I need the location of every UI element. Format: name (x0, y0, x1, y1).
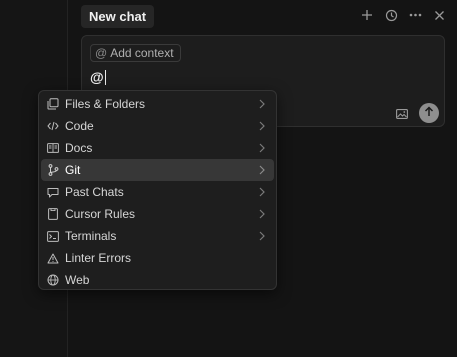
more-icon[interactable] (407, 7, 423, 23)
tab-new-chat[interactable]: New chat (81, 5, 155, 28)
menu-item-web[interactable]: Web (41, 269, 274, 291)
plus-icon[interactable] (359, 7, 375, 23)
menu-item-past-chats[interactable]: Past Chats (41, 181, 274, 203)
menu-item-label: Past Chats (65, 185, 124, 199)
chat-input[interactable]: @ (90, 69, 106, 85)
send-arrow-icon (424, 104, 434, 122)
close-icon[interactable] (431, 7, 447, 23)
text-caret (104, 69, 106, 85)
add-context-label: Add context (110, 46, 174, 60)
header-actions (359, 7, 447, 23)
send-button[interactable] (419, 103, 439, 123)
chevron-right-icon (259, 98, 265, 112)
chevron-right-icon (259, 230, 265, 244)
terminal-icon (47, 230, 59, 242)
menu-item-label: Terminals (65, 229, 117, 243)
git-branch-icon (47, 164, 59, 176)
warning-icon (47, 252, 59, 264)
menu-item-label: Web (65, 273, 90, 287)
at-icon: @ (95, 46, 108, 60)
menu-item-terminals[interactable]: Terminals (41, 225, 274, 247)
menu-item-label: Files & Folders (65, 97, 146, 111)
add-context-button[interactable]: @ Add context (90, 44, 181, 62)
code-icon (47, 120, 59, 132)
menu-item-label: Git (65, 163, 81, 177)
menu-item-linter-errors[interactable]: Linter Errors (41, 247, 274, 269)
chevron-right-icon (259, 164, 265, 178)
menu-item-code[interactable]: Code (41, 115, 274, 137)
menu-item-git[interactable]: Git (41, 159, 274, 181)
menu-item-label: Cursor Rules (65, 207, 136, 221)
globe-icon (47, 274, 59, 286)
context-menu: Files & Folders Code Docs Git Past Chats… (38, 90, 277, 290)
chat-input-value: @ (90, 69, 104, 85)
files-icon (47, 98, 59, 110)
image-icon[interactable] (396, 106, 408, 124)
menu-item-docs[interactable]: Docs (41, 137, 274, 159)
app-window: New chat @ Add context @ Files & Folders… (0, 0, 457, 357)
menu-item-label: Code (65, 119, 94, 133)
menu-item-files-folders[interactable]: Files & Folders (41, 93, 274, 115)
chevron-right-icon (259, 208, 265, 222)
chevron-right-icon (259, 186, 265, 200)
book-icon (47, 142, 59, 154)
chat-icon (47, 186, 59, 198)
chevron-right-icon (259, 120, 265, 134)
history-icon[interactable] (383, 7, 399, 23)
rules-icon (47, 208, 59, 220)
chevron-right-icon (259, 142, 265, 156)
menu-item-label: Linter Errors (65, 251, 132, 265)
menu-item-cursor-rules[interactable]: Cursor Rules (41, 203, 274, 225)
menu-item-label: Docs (65, 141, 93, 155)
